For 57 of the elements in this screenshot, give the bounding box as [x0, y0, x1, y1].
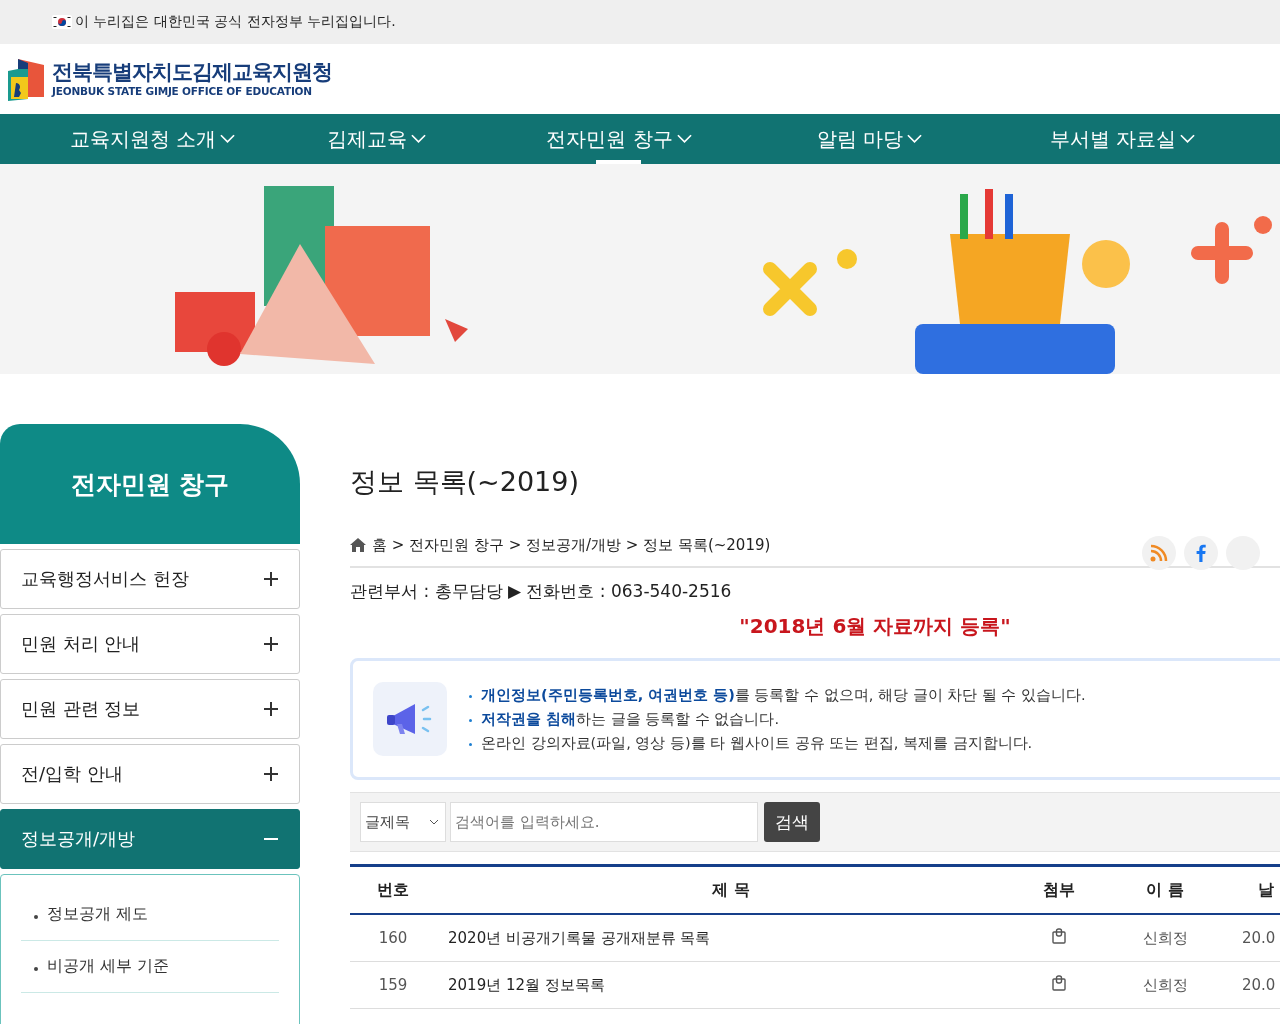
menu-item[interactable]: 민원 관련 정보 — [0, 679, 300, 739]
submenu-link[interactable]: 비공개 세부 기준 — [21, 941, 279, 993]
table-cell: 20.0 — [1238, 961, 1280, 1009]
nav-tab[interactable]: 전자민원 창구 — [546, 114, 692, 164]
attachment-icon[interactable] — [1052, 975, 1066, 991]
page-title: 정보 목록(~2019) — [350, 465, 580, 499]
nav-tab[interactable]: 알림 마당 — [816, 114, 923, 164]
search-field[interactable]: 검색어를 입력하세요. — [450, 802, 758, 842]
logo-icon[interactable] — [8, 57, 46, 101]
menu-item[interactable]: 전/입학 안내 — [0, 744, 300, 804]
government-notice: 이 누리집은 대한민국 공식 전자정부 누리집입니다. — [75, 13, 396, 31]
plus-icon — [263, 571, 279, 587]
category-select[interactable]: 글제목 — [360, 802, 446, 842]
plus-icon — [263, 766, 279, 782]
table-cell: 160 — [350, 914, 436, 962]
organization-name[interactable]: 전북특별자치도김제교육지원청 — [52, 61, 332, 85]
table-cell: 20.0 — [1238, 914, 1280, 962]
chevron-icon — [1180, 134, 1196, 144]
attachment-icon[interactable] — [1052, 928, 1066, 944]
facebook-icon[interactable] — [1184, 536, 1218, 570]
breadcrumb: 홈 > 전자민원 창구 > 정보공개/개방 > 정보 목록(~2019) — [372, 535, 771, 555]
table-cell: 159 — [350, 961, 436, 1009]
column-header: 날 — [1238, 865, 1280, 914]
minus-icon — [264, 838, 278, 840]
chevron-icon — [220, 134, 236, 144]
nav-tab[interactable]: 김제교육 — [327, 114, 427, 164]
notice-rule: 온라인 강의자료(파일, 영상 등)를 타 웹사이트 공유 또는 편집, 복제를 금지합니다. — [469, 733, 1086, 753]
megaphone-icon — [373, 682, 447, 756]
section-title: 전자민원 창구 — [70, 468, 230, 501]
post-title[interactable]: 2020년 비공개기록물 공개재분류 목록 — [436, 914, 1026, 962]
notice-rule: 개인정보(주민등록번호, 여권번호 등)를 등록할 수 없으며, 해당 글이 차단 될 수 있습니다. — [469, 685, 1086, 705]
menu-item[interactable]: 정보공개/개방 — [0, 809, 300, 869]
search-button[interactable]: 검색 — [764, 802, 820, 842]
menu-item[interactable]: 민원 처리 안내 — [0, 614, 300, 674]
flag-icon — [52, 15, 72, 29]
notice-text: "2018년 6월 자료까지 등록" — [738, 613, 1012, 640]
chevron-icon — [907, 134, 923, 144]
column-header: 이 름 — [1092, 865, 1238, 914]
submenu-link[interactable]: 정보공개 제도 — [21, 889, 279, 941]
chevron-icon — [429, 819, 439, 825]
chevron-icon — [676, 134, 692, 144]
home-icon[interactable] — [350, 538, 366, 552]
notice-rule: 저작권을 침해하는 글을 등록할 수 없습니다. — [469, 709, 1086, 729]
post-title[interactable]: 2019년 12월 정보목록 — [436, 961, 1026, 1009]
menu-item[interactable]: 교육행정서비스 헌장 — [0, 549, 300, 609]
department-info: 관련부서 : 총무담당 ▶ 전화번호 : 063-540-2516 — [350, 580, 733, 603]
nav-tab[interactable]: 부서별 자료실 — [1050, 114, 1196, 164]
table-cell: 신희정 — [1092, 961, 1238, 1009]
chevron-icon — [411, 134, 427, 144]
plus-icon — [263, 701, 279, 717]
column-header: 제 목 — [436, 865, 1026, 914]
column-header: 첨부 — [1026, 865, 1092, 914]
column-header: 번호 — [350, 865, 436, 914]
nav-tab[interactable]: 교육지원청 소개 — [70, 114, 236, 164]
plus-icon — [263, 636, 279, 652]
table-cell: 신희정 — [1092, 914, 1238, 962]
organization-english-name[interactable]: JEONBUK STATE GIMJE OFFICE OF EDUCATION — [52, 84, 332, 97]
